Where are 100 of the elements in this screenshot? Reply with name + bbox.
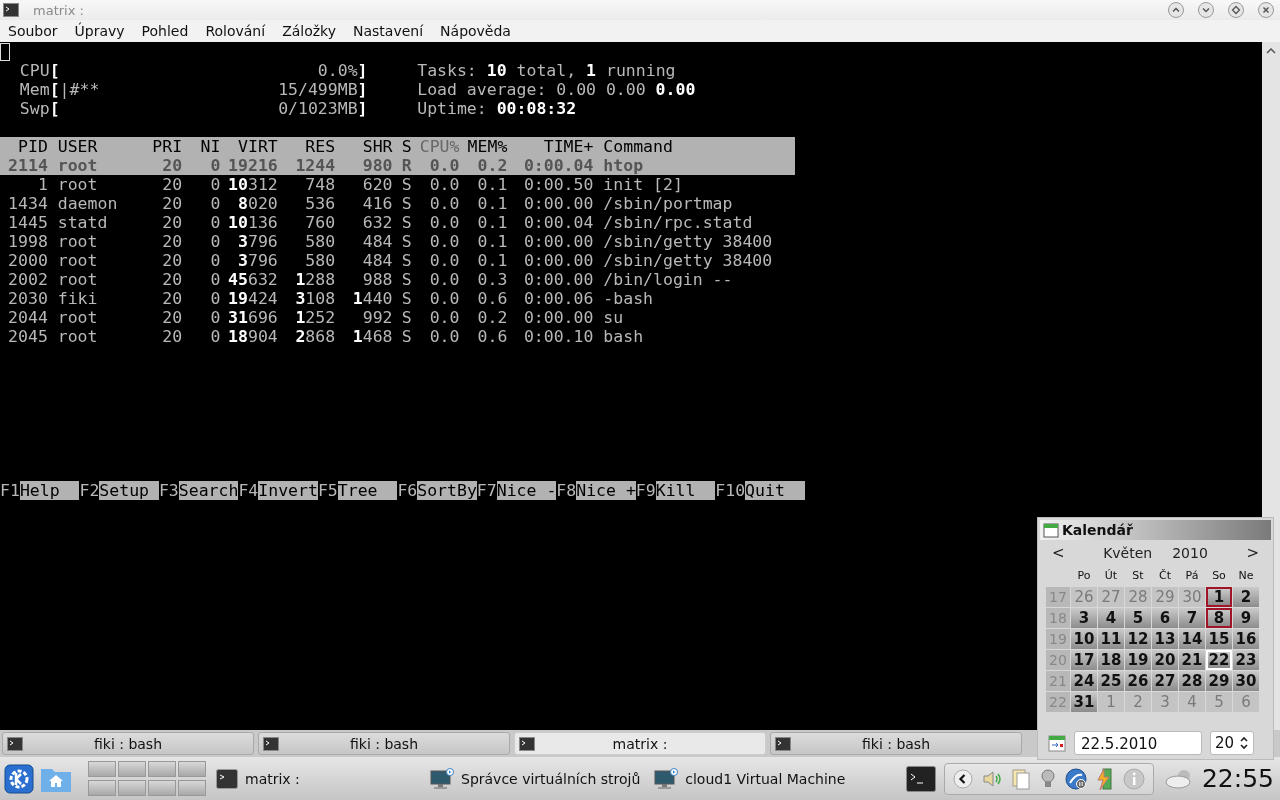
calendar-day[interactable]: 26 — [1125, 671, 1151, 691]
calendar-day[interactable]: 20 — [1152, 650, 1178, 670]
network-icon[interactable] — [1064, 767, 1087, 790]
terminal-tab[interactable]: fiki : bash — [770, 732, 1022, 755]
desktop-thumbnail[interactable] — [148, 780, 176, 796]
task-button[interactable]: matrix : — [212, 760, 420, 797]
calendar-day[interactable]: 19 — [1125, 650, 1151, 670]
column-header[interactable]: S — [392, 137, 412, 156]
info-icon[interactable] — [1122, 767, 1145, 790]
process-row[interactable]: 2044 root 20 0 31696 1252 992 S 0.0 0.2 0:00.00 su — [0, 308, 795, 327]
function-key-action[interactable]: Setup — [99, 481, 159, 500]
task-button[interactable]: cloud1 Virtual Machine — [650, 760, 859, 797]
clipboard-icon[interactable] — [1010, 767, 1031, 790]
minimize-button[interactable] — [1198, 2, 1214, 18]
calendar-day[interactable]: 4 — [1098, 608, 1124, 628]
menu-item[interactable]: Záložky — [282, 23, 336, 39]
column-header[interactable]: TIME+ — [507, 137, 594, 156]
calendar-day[interactable]: 10 — [1071, 629, 1097, 649]
column-header[interactable]: Command — [603, 137, 795, 156]
calendar-day[interactable]: 15 — [1206, 629, 1232, 649]
process-row[interactable]: 2000 root 20 0 3796 580 484 S 0.0 0.1 0:00.00 /sbin/getty 38400 — [0, 251, 795, 270]
calendar-day[interactable]: 6 — [1152, 608, 1178, 628]
calendar-day[interactable]: 23 — [1233, 650, 1259, 670]
spin-arrows-icon[interactable] — [1239, 735, 1249, 751]
terminal-tab[interactable]: matrix : — [514, 732, 766, 755]
calendar-day[interactable]: 5 — [1125, 608, 1151, 628]
calendar-day[interactable]: 12 — [1125, 629, 1151, 649]
calendar-day[interactable]: 21 — [1179, 650, 1205, 670]
menu-item[interactable]: Nastavení — [353, 23, 424, 39]
task-button[interactable]: Správce virtuálních strojů — [426, 760, 645, 797]
k-menu-icon[interactable] — [4, 763, 34, 794]
scroll-up-icon[interactable] — [1266, 48, 1276, 54]
process-row[interactable]: 1434 daemon 20 0 8020 536 416 S 0.0 0.1 0:00.00 /sbin/portmap — [0, 194, 795, 213]
function-key-action[interactable]: Nice + — [576, 481, 636, 500]
function-key-action[interactable]: Search — [178, 481, 239, 500]
year-label[interactable]: 2010 — [1172, 545, 1208, 561]
calendar-day[interactable]: 17 — [1071, 650, 1097, 670]
calendar-day[interactable]: 2 — [1233, 587, 1259, 607]
chevron-left-icon[interactable] — [952, 768, 973, 789]
month-label[interactable]: Květen — [1103, 545, 1153, 561]
speaker-icon[interactable] — [981, 768, 1002, 789]
process-row[interactable]: 2002 root 20 0 45632 1288 988 S 0.0 0.3 0:00.00 /bin/login -- — [0, 270, 795, 289]
menu-item[interactable]: Rolování — [205, 23, 266, 39]
column-header[interactable]: NI — [182, 137, 221, 156]
calendar-day[interactable]: 27 — [1152, 671, 1178, 691]
process-row[interactable]: 2030 fiki 20 0 19424 3108 1440 S 0.0 0.6 0:00.06 -bash — [0, 289, 795, 308]
calendar-day[interactable]: 9 — [1233, 608, 1259, 628]
calendar-day[interactable]: 3 — [1071, 608, 1097, 628]
calendar-day[interactable]: 16 — [1233, 629, 1259, 649]
desktop-thumbnail[interactable] — [118, 761, 146, 777]
close-button[interactable] — [1258, 2, 1274, 18]
column-header[interactable]: VIRT — [220, 137, 278, 156]
desktop-thumbnail[interactable] — [148, 761, 176, 777]
function-key-action[interactable]: SortBy — [417, 481, 477, 500]
column-header[interactable]: SHR — [335, 137, 393, 156]
desktop-thumbnail[interactable] — [178, 780, 206, 796]
process-row[interactable]: 1 root 20 0 10312 748 620 S 0.0 0.1 0:00.50 init [2] — [0, 175, 795, 194]
column-header[interactable]: PRI — [143, 137, 183, 156]
maximize-button[interactable] — [1228, 2, 1244, 18]
calendar-day[interactable]: 8 — [1206, 608, 1232, 628]
calendar-day[interactable]: 25 — [1098, 671, 1124, 691]
desktop-thumbnail[interactable] — [118, 780, 146, 796]
previous-month-button[interactable]: < — [1052, 544, 1065, 562]
column-header[interactable]: RES — [277, 137, 336, 156]
menu-item[interactable]: Úpravy — [74, 23, 125, 39]
week-spinbox[interactable]: 20 — [1210, 731, 1254, 755]
next-month-button[interactable]: > — [1246, 544, 1259, 562]
column-header[interactable]: MEM% — [459, 137, 508, 156]
terminal-tab[interactable]: fiki : bash — [2, 732, 254, 755]
function-key-action[interactable]: Nice - — [496, 481, 557, 500]
column-header[interactable]: PID — [0, 137, 48, 156]
process-row[interactable]: 2114 root 20 0 19216 1244 980 R 0.0 0.2 0:00.04 htop — [0, 156, 795, 175]
today-icon[interactable] — [1048, 734, 1066, 752]
process-row[interactable]: 2045 root 20 0 18904 2868 1468 S 0.0 0.6 0:00.10 bash — [0, 327, 795, 346]
menu-item[interactable]: Soubor — [8, 23, 58, 39]
calendar-day[interactable]: 30 — [1233, 671, 1259, 691]
calendar-day[interactable]: 18 — [1098, 650, 1124, 670]
calendar-day[interactable]: 31 — [1071, 692, 1097, 712]
menu-item[interactable]: Pohled — [141, 23, 189, 39]
date-field[interactable]: 22.5.2010 — [1074, 731, 1202, 755]
process-row[interactable]: 1445 statd 20 0 10136 760 632 S 0.0 0.1 0:00.04 /sbin/rpc.statd — [0, 213, 795, 232]
function-key-action[interactable]: Help — [19, 481, 80, 500]
function-key-action[interactable]: Kill — [655, 481, 716, 500]
desktop-thumbnail[interactable] — [88, 761, 116, 777]
column-header[interactable]: USER — [57, 137, 144, 156]
calendar-day[interactable]: 1 — [1206, 587, 1232, 607]
terminal-launcher-icon[interactable] — [905, 765, 936, 792]
battery-icon[interactable] — [1095, 766, 1114, 791]
terminal-tab[interactable]: fiki : bash — [258, 732, 510, 755]
calendar-day[interactable]: 29 — [1206, 671, 1232, 691]
calendar-day[interactable]: 7 — [1179, 608, 1205, 628]
desktop-thumbnail[interactable] — [88, 780, 116, 796]
calendar-day[interactable]: 14 — [1179, 629, 1205, 649]
process-row[interactable]: 1998 root 20 0 3796 580 484 S 0.0 0.1 0:00.00 /sbin/getty 38400 — [0, 232, 795, 251]
desktop-thumbnail[interactable] — [178, 761, 206, 777]
calendar-day[interactable]: 11 — [1098, 629, 1124, 649]
calendar-day[interactable]: 28 — [1179, 671, 1205, 691]
calendar-day[interactable]: 13 — [1152, 629, 1178, 649]
function-key-action[interactable]: Tree — [337, 481, 398, 500]
function-key-action[interactable]: Invert — [258, 481, 318, 500]
